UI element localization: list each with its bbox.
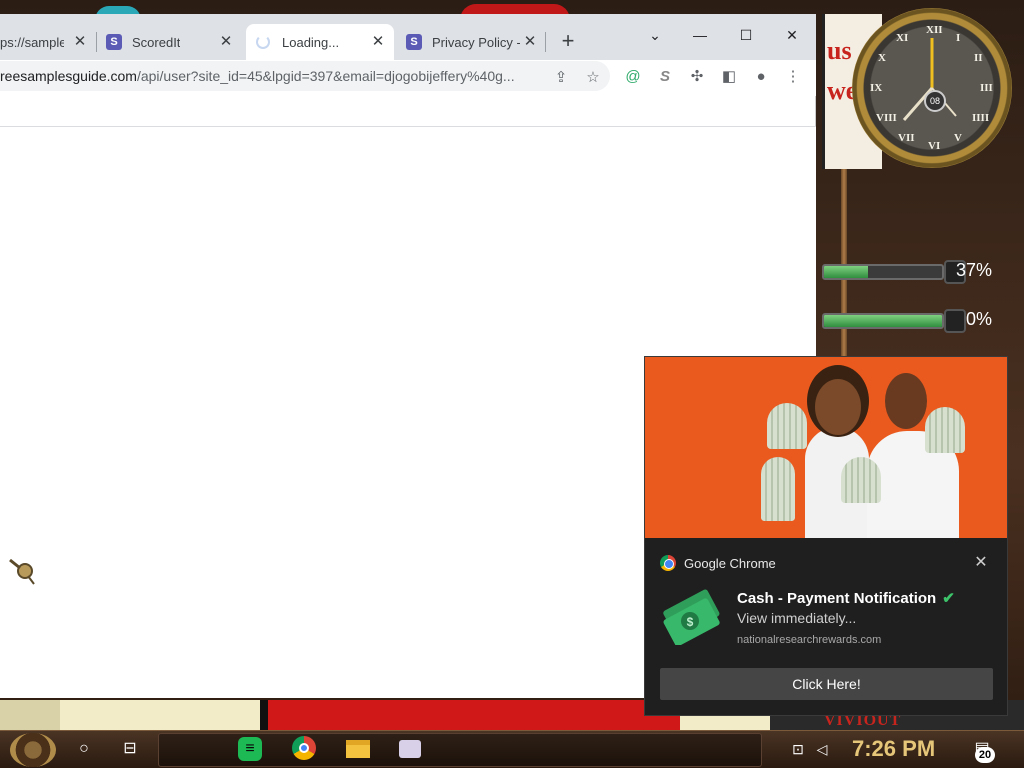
loading-spinner-icon xyxy=(256,35,270,49)
tab-sample[interactable]: ps://sample ✕ xyxy=(0,24,88,60)
address-bar[interactable]: reesamplesguide.com/api/user?site_id=45&… xyxy=(0,61,610,91)
browser-toolbar: reesamplesguide.com/api/user?site_id=45&… xyxy=(0,60,816,96)
url-host: reesamplesguide.com xyxy=(0,68,137,84)
tab-scoredit[interactable]: S ScoredIt ✕ xyxy=(106,24,234,60)
click-here-button[interactable]: Click Here! xyxy=(660,668,993,700)
close-window-button[interactable]: ✕ xyxy=(777,20,807,50)
volume-muted-icon[interactable]: ◁ xyxy=(808,735,836,763)
clock-day-dial: 08 xyxy=(924,90,946,112)
star-icon[interactable]: ☆ xyxy=(582,67,604,89)
app-icon[interactable] xyxy=(396,735,424,763)
start-button[interactable] xyxy=(10,733,56,767)
tab-loading[interactable]: Loading... ✕ xyxy=(246,24,394,60)
url-path: /api/user?site_id=45&lpgid=397&email=djo… xyxy=(136,68,515,84)
scoredit-favicon-icon: S xyxy=(406,34,422,50)
resource-meter-1: 37% xyxy=(822,258,992,286)
spotify-icon[interactable]: ≡ xyxy=(238,737,262,761)
tab-privacy-policy[interactable]: S Privacy Policy - ✕ xyxy=(406,24,538,60)
extension-icon[interactable]: @ xyxy=(622,66,644,88)
chrome-icon xyxy=(660,555,676,571)
tab-search-button[interactable]: ⌄ xyxy=(640,20,670,50)
meter-fill xyxy=(824,315,942,327)
cortana-icon[interactable]: ○ xyxy=(70,735,98,763)
sidepanel-icon[interactable]: ◧ xyxy=(718,66,740,88)
meter-fill xyxy=(824,266,868,278)
file-explorer-icon[interactable] xyxy=(344,735,372,763)
new-tab-button[interactable]: + xyxy=(556,30,580,54)
chrome-notification[interactable]: Google Chrome ✕ $ Cash - Payment Notific… xyxy=(644,356,1008,716)
notification-title: Cash - Payment Notification xyxy=(737,590,937,607)
s-extension-icon[interactable]: S xyxy=(654,66,676,88)
notification-app-name: Google Chrome xyxy=(684,555,776,571)
taskbar-clock[interactable]: 7:26 PM xyxy=(852,736,935,762)
steampunk-clock-widget[interactable]: XII I II III IIII V VI VII VIII IX X XI … xyxy=(852,8,1012,168)
notification-domain: nationalresearchrewards.com xyxy=(737,634,882,646)
clock-hands-icon xyxy=(902,38,957,121)
checkmark-icon: ✔ xyxy=(942,590,955,607)
task-view-icon[interactable]: ⊟ xyxy=(116,735,144,763)
notification-count-badge: 20 xyxy=(975,747,995,763)
menu-icon[interactable]: ⋮ xyxy=(782,66,804,88)
notification-close-button[interactable]: ✕ xyxy=(971,553,991,573)
share-icon[interactable]: ⇪ xyxy=(550,67,572,89)
notification-hero-image[interactable] xyxy=(645,357,1007,538)
close-icon[interactable]: ✕ xyxy=(218,34,234,50)
scoredit-favicon-icon: S xyxy=(106,34,122,50)
tab-strip: ps://sample ✕ S ScoredIt ✕ Loading... ✕ … xyxy=(0,14,816,60)
chrome-icon[interactable] xyxy=(290,736,318,764)
meter-percent: 37% xyxy=(955,260,992,280)
taskbar: ○ ⊟ ≡ ⊡ ◁ 7:26 PM ▤ 20 xyxy=(0,730,1024,768)
resource-meter-2: 0% xyxy=(822,307,992,335)
close-icon[interactable]: ✕ xyxy=(72,34,88,50)
profile-icon[interactable]: ● xyxy=(750,66,772,88)
close-icon[interactable]: ✕ xyxy=(370,34,386,50)
svg-text:$: $ xyxy=(687,615,694,629)
puzzle-icon[interactable]: ✣ xyxy=(686,66,708,88)
animated-cursor-icon xyxy=(9,558,35,585)
minimize-button[interactable]: — xyxy=(685,20,715,50)
maximize-button[interactable]: ☐ xyxy=(731,20,761,50)
close-icon[interactable]: ✕ xyxy=(522,34,538,50)
meter-percent: 0% xyxy=(965,309,992,329)
money-bill-icon: $ xyxy=(663,589,720,645)
notification-body: View immediately... xyxy=(737,610,857,626)
